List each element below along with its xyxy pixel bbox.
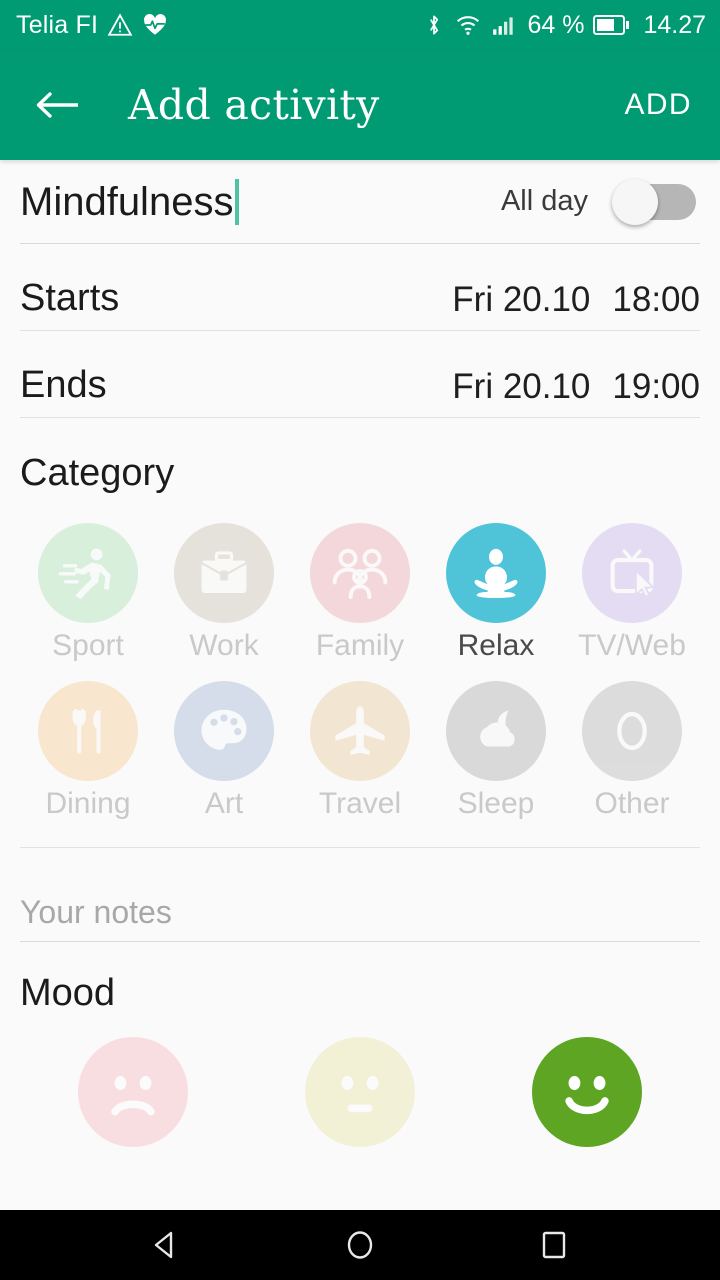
category-item-tv-web[interactable]: TV/Web (564, 523, 700, 663)
category-bubble (582, 681, 682, 781)
briefcase-icon (201, 551, 247, 593)
category-bubble (582, 523, 682, 623)
category-label: TV/Web (578, 629, 686, 662)
phone-screen: Telia FI 64 % 14.27 Add activity ADD Min… (0, 0, 720, 1280)
category-item-work[interactable]: Work (156, 523, 292, 663)
starts-value: Fri 20.10 18:00 (452, 280, 700, 320)
category-item-dining[interactable]: Dining (20, 681, 156, 821)
mood-option-neutral[interactable] (304, 1037, 415, 1147)
airplane-icon (335, 706, 385, 755)
category-item-sleep[interactable]: Sleep (428, 681, 564, 821)
page-title: Add activity (128, 81, 380, 129)
arrow-left-icon (36, 92, 78, 118)
carrier-label: Telia FI (16, 10, 99, 39)
category-label: Art (204, 787, 244, 820)
back-triangle-icon (154, 1231, 173, 1259)
all-day-label: All day (500, 185, 588, 217)
starts-label: Starts (20, 277, 120, 319)
heartbeat-icon (144, 14, 167, 35)
text-cursor (235, 178, 240, 225)
warning-triangle-icon (107, 13, 133, 36)
category-label: Other (594, 787, 670, 820)
nav-home-button[interactable] (328, 1213, 392, 1277)
category-bubble (174, 681, 274, 781)
ends-row: Ends Fri 20.10 19:00 (20, 331, 700, 418)
category-heading: Category (20, 452, 175, 494)
category-item-art[interactable]: Art (156, 681, 292, 821)
ends-label: Ends (20, 364, 107, 406)
back-button[interactable] (30, 78, 84, 132)
category-bubble (310, 681, 410, 781)
notes-input[interactable]: Your notes (20, 894, 700, 942)
status-bar-right: 64 % 14.27 (423, 11, 706, 40)
activity-title-input[interactable]: Mindfulness (20, 178, 501, 225)
palette-icon (201, 709, 247, 750)
form-content: Mindfulness All day Starts Fri 20.10 18:… (0, 160, 720, 1280)
category-label: Relax (457, 629, 535, 662)
category-label: Work (189, 629, 259, 662)
activity-title-row: Mindfulness All day (20, 160, 700, 244)
neutral-face-icon (341, 1076, 379, 1113)
section-divider (20, 847, 700, 848)
nav-back-button[interactable] (134, 1213, 198, 1277)
category-item-relax[interactable]: Relax (428, 523, 564, 663)
category-label: Sport (52, 629, 124, 662)
category-bubble (38, 681, 138, 781)
starts-time[interactable]: 18:00 (612, 280, 700, 320)
ends-time[interactable]: 19:00 (612, 367, 700, 407)
happy-face-icon (564, 1076, 609, 1115)
mood-heading: Mood (20, 972, 116, 1014)
letter-o-icon (617, 711, 647, 751)
starts-row: Starts Fri 20.10 18:00 (20, 244, 700, 331)
starts-date[interactable]: Fri 20.10 (452, 280, 590, 320)
all-day-control: All day (500, 178, 700, 225)
app-bar: Add activity ADD (0, 50, 720, 160)
category-label: Travel (318, 787, 402, 820)
category-grid: Sport Work Family Relax TV/Web Dining Ar… (20, 523, 700, 821)
category-item-other[interactable]: Other (564, 681, 700, 821)
cutlery-icon (72, 708, 101, 754)
category-label: Family (315, 629, 405, 662)
category-bubble (310, 523, 410, 623)
nav-recents-button[interactable] (522, 1213, 586, 1277)
add-button[interactable]: ADD (618, 80, 698, 130)
category-item-travel[interactable]: Travel (292, 681, 428, 821)
bluetooth-icon (430, 15, 439, 35)
system-nav-bar (0, 1210, 720, 1280)
wifi-icon (457, 16, 480, 35)
clock-label: 14.27 (643, 10, 706, 39)
all-day-toggle[interactable] (612, 178, 696, 225)
family-icon (332, 548, 388, 599)
activity-title-value: Mindfulness (20, 179, 234, 224)
toggle-knob (612, 178, 658, 225)
category-bubble (174, 523, 274, 623)
battery-percent-label: 64 % (527, 10, 585, 39)
category-label: Dining (45, 787, 131, 820)
home-circle-icon (347, 1231, 373, 1259)
moon-cloud-icon (480, 710, 515, 747)
sad-face-icon (111, 1076, 156, 1116)
category-bubble (38, 523, 138, 623)
category-item-family[interactable]: Family (292, 523, 428, 663)
meditation-icon (474, 548, 518, 599)
tv-cursor-icon (610, 549, 656, 599)
recents-square-icon (542, 1231, 566, 1259)
ends-value: Fri 20.10 19:00 (452, 367, 700, 407)
status-bar-left: Telia FI (16, 11, 168, 40)
mood-option-sad[interactable] (78, 1037, 189, 1147)
running-icon (58, 548, 111, 599)
mood-selector (20, 1037, 700, 1147)
notes-placeholder: Your notes (20, 894, 172, 930)
cellular-signal-icon (493, 17, 514, 35)
status-bar: Telia FI 64 % 14.27 (0, 0, 720, 50)
battery-icon (593, 15, 630, 35)
mood-option-happy[interactable] (531, 1037, 642, 1147)
category-label: Sleep (457, 787, 535, 820)
category-item-sport[interactable]: Sport (20, 523, 156, 663)
category-bubble (446, 681, 546, 781)
ends-date[interactable]: Fri 20.10 (452, 367, 590, 407)
category-bubble (446, 523, 546, 623)
